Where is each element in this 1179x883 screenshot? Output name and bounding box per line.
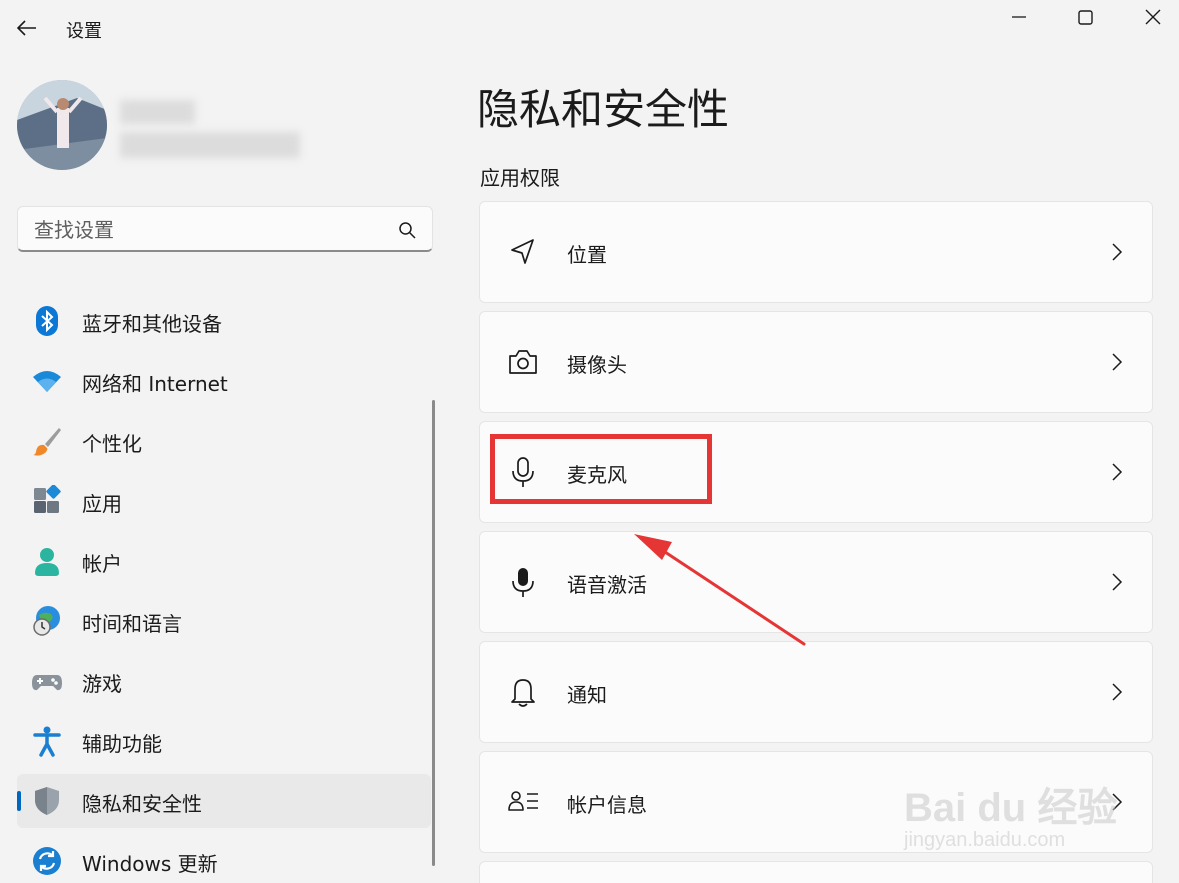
sidebar-item-label: 网络和 Internet xyxy=(82,372,228,396)
back-button[interactable] xyxy=(12,14,42,42)
minimize-button[interactable] xyxy=(986,0,1052,34)
sidebar-item-accessibility[interactable]: 辅助功能 xyxy=(17,714,431,768)
chevron-right-icon xyxy=(1112,353,1123,371)
sidebar-item-gaming[interactable]: 游戏 xyxy=(17,654,431,708)
sidebar-item-label: 时间和语言 xyxy=(82,612,182,636)
sidebar-item-label: 个性化 xyxy=(82,432,142,456)
sidebar-item-network[interactable]: 网络和 Internet xyxy=(17,354,431,408)
chevron-right-icon xyxy=(1112,793,1123,811)
search-box[interactable] xyxy=(17,206,433,252)
close-icon xyxy=(1145,9,1161,25)
app-title: 设置 xyxy=(66,21,102,42)
page-title: 隐私和安全性 xyxy=(477,85,730,134)
setting-item-account-info[interactable]: 帐户信息 xyxy=(479,751,1153,853)
maximize-button[interactable] xyxy=(1052,0,1118,34)
setting-item-notifications[interactable]: 通知 xyxy=(479,641,1153,743)
close-button[interactable] xyxy=(1120,0,1179,34)
time-language-icon xyxy=(33,606,60,636)
voice-activation-icon xyxy=(512,568,534,597)
location-icon xyxy=(511,239,534,264)
chevron-right-icon xyxy=(1112,243,1123,261)
setting-item-partial[interactable] xyxy=(479,861,1153,883)
setting-item-location[interactable]: 位置 xyxy=(479,201,1153,303)
apps-icon xyxy=(34,485,61,513)
setting-item-label: 位置 xyxy=(567,243,607,267)
sidebar-item-time-language[interactable]: 时间和语言 xyxy=(17,594,431,648)
setting-item-voice-activation[interactable]: 语音激活 xyxy=(479,531,1153,633)
maximize-icon xyxy=(1077,9,1093,25)
sidebar-item-label: 蓝牙和其他设备 xyxy=(82,312,222,336)
chevron-right-icon xyxy=(1112,573,1123,591)
setting-item-microphone[interactable]: 麦克风 xyxy=(479,421,1153,523)
sidebar-item-windows-update[interactable]: Windows 更新 xyxy=(17,834,431,883)
sidebar-item-label: 隐私和安全性 xyxy=(82,792,202,816)
bluetooth-icon xyxy=(36,306,58,336)
avatar-photo xyxy=(17,80,107,170)
sidebar-scrollbar[interactable] xyxy=(432,400,435,866)
setting-item-label: 通知 xyxy=(567,683,607,707)
wifi-icon xyxy=(33,371,61,392)
sidebar-item-label: Windows 更新 xyxy=(82,852,218,876)
setting-item-label: 摄像头 xyxy=(567,353,627,377)
chevron-right-icon xyxy=(1112,463,1123,481)
search-icon[interactable] xyxy=(398,221,416,239)
accessibility-icon xyxy=(33,726,61,757)
account-icon xyxy=(35,548,59,576)
sidebar-item-label: 辅助功能 xyxy=(82,732,162,756)
sidebar-item-privacy-security[interactable]: 隐私和安全性 xyxy=(17,774,431,828)
setting-item-camera[interactable]: 摄像头 xyxy=(479,311,1153,413)
sidebar-item-apps[interactable]: 应用 xyxy=(17,474,431,528)
minimize-icon xyxy=(1012,16,1026,18)
setting-item-label: 帐户信息 xyxy=(567,793,647,817)
microphone-icon xyxy=(512,457,534,487)
sidebar-item-personalization[interactable]: 个性化 xyxy=(17,414,431,468)
sidebar-item-accounts[interactable]: 帐户 xyxy=(17,534,431,588)
search-input[interactable] xyxy=(32,215,386,245)
sidebar-item-bluetooth[interactable]: 蓝牙和其他设备 xyxy=(17,294,431,348)
windows-update-icon xyxy=(33,847,61,875)
active-indicator xyxy=(17,791,21,811)
camera-icon xyxy=(509,350,537,374)
brush-icon xyxy=(33,428,61,456)
avatar[interactable] xyxy=(17,80,107,170)
sidebar-item-label: 应用 xyxy=(82,492,122,516)
profile-email-blurred xyxy=(120,132,300,158)
gamepad-icon xyxy=(32,675,62,691)
settings-window: 设置 蓝牙和其他设备 xyxy=(0,0,1179,883)
chevron-right-icon xyxy=(1112,683,1123,701)
sidebar-item-label: 游戏 xyxy=(82,672,122,696)
shield-icon xyxy=(35,787,59,815)
profile-name-blurred xyxy=(120,100,195,124)
account-info-icon xyxy=(508,791,538,811)
back-arrow-icon xyxy=(17,20,36,36)
sidebar-item-label: 帐户 xyxy=(82,552,122,576)
setting-item-label: 语音激活 xyxy=(567,573,647,597)
setting-item-label: 麦克风 xyxy=(567,463,627,487)
bell-icon xyxy=(511,679,535,707)
section-heading: 应用权限 xyxy=(480,166,560,190)
